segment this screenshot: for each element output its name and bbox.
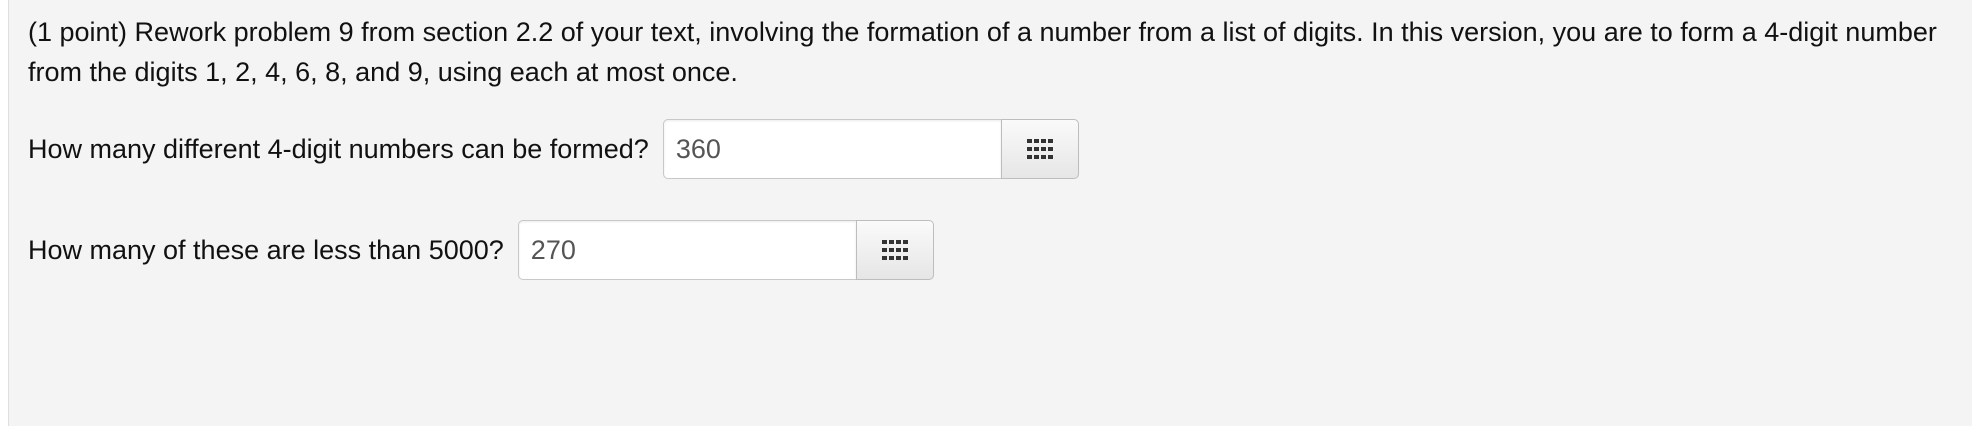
question-label-2: How many of these are less than 5000? [28,235,504,265]
problem-panel: (1 point) Rework problem 9 from section … [8,0,1972,426]
equation-palette-button-2[interactable] [855,220,934,280]
question-row-2: How many of these are less than 5000? [28,220,934,280]
grid-keypad-icon [1026,139,1053,159]
problem-statement: (1 point) Rework problem 9 from section … [28,17,1937,87]
equation-palette-button-1[interactable] [1000,119,1079,179]
grid-keypad-icon [881,240,908,260]
answer-input-1[interactable] [662,119,1001,179]
answer-group-2 [517,220,934,280]
answer-group-1 [662,119,1079,179]
question-label-1: How many different 4-digit numbers can b… [28,134,649,164]
answer-input-2[interactable] [517,220,856,280]
question-row-1: How many different 4-digit numbers can b… [28,119,1079,179]
